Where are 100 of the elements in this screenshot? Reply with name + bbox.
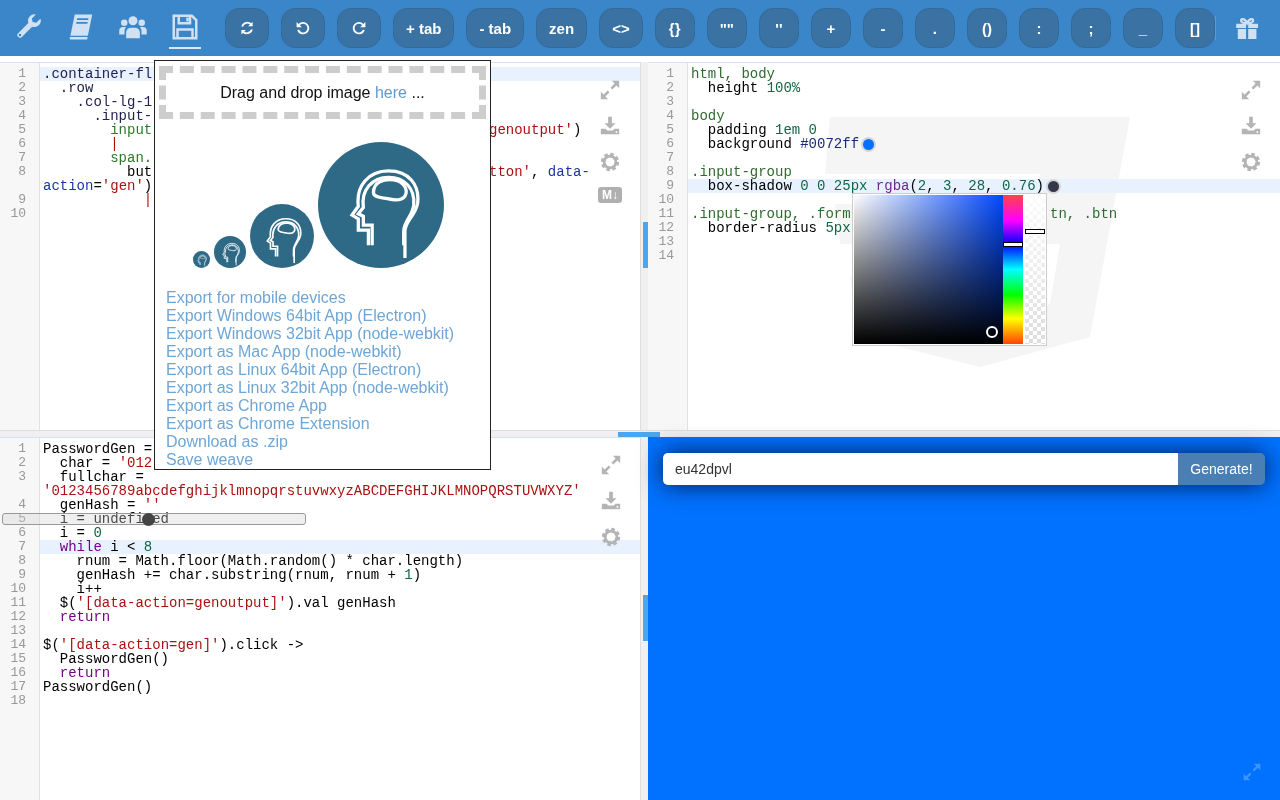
insert-button[interactable]: ;: [1070, 8, 1111, 48]
line-number: 2: [666, 81, 674, 95]
upload-link[interactable]: here: [374, 83, 407, 101]
line-number: 18: [10, 694, 26, 708]
insert-button[interactable]: .: [914, 8, 955, 48]
password-field[interactable]: eu42dpvl: [663, 453, 1178, 485]
code-line: return: [59, 666, 111, 680]
line-number: 13: [10, 624, 26, 638]
insert-button[interactable]: _: [1122, 8, 1163, 48]
line-number: 8: [666, 165, 674, 179]
export-link[interactable]: Download as .zip: [166, 433, 288, 451]
splitter-handle[interactable]: [618, 432, 660, 437]
code-line: .container-fl: [43, 67, 153, 81]
line-number: 16: [10, 666, 26, 680]
download-icon[interactable]: [600, 490, 622, 512]
expand-icon[interactable]: [600, 454, 622, 476]
line-number: 14: [10, 638, 26, 652]
export-link[interactable]: Export as Linux 32bit App (node-webkit): [166, 379, 449, 397]
code-line: |: [109, 137, 119, 151]
line-number: 3: [18, 470, 26, 484]
line-number: 3: [18, 95, 26, 109]
code-line: '0123456789abcdefghijklmnopqrstuvwxyzABCDEFGHIJKLMNOPQRSTUVWXYZ': [43, 484, 581, 498]
refresh-button[interactable]: [225, 8, 269, 48]
code-line: i++: [75, 582, 102, 596]
line-number: 12: [658, 221, 674, 235]
app-icon: [318, 142, 444, 268]
insert-button[interactable]: :: [1018, 8, 1059, 48]
code-line: height 100%: [707, 81, 801, 95]
insert-button[interactable]: "": [706, 8, 747, 48]
code-line: return: [58, 610, 111, 624]
app-icon: [193, 251, 210, 268]
export-link[interactable]: Export as Linux 64bit App (Electron): [166, 361, 422, 379]
export-link[interactable]: Export Windows 32bit App (node-webkit): [166, 325, 455, 343]
download-icon[interactable]: [599, 115, 621, 137]
line-number: 2: [18, 81, 26, 95]
code-line: tton', data-: [489, 165, 590, 179]
line-number: 13: [658, 235, 674, 249]
settings-icon[interactable]: [600, 526, 622, 548]
line-number: 8: [18, 165, 26, 179]
line-number: 6: [666, 137, 674, 151]
code-line: i = undefi: [58, 512, 144, 526]
insert-button[interactable]: + tab: [393, 8, 455, 48]
drop-zone-text: Drag and drop image here ...: [220, 83, 425, 102]
insert-button[interactable]: (): [966, 8, 1007, 48]
download-icon[interactable]: [1240, 115, 1262, 137]
line-number: 8: [18, 554, 26, 568]
insert-button[interactable]: '': [758, 8, 799, 48]
insert-button[interactable]: - tab: [466, 8, 525, 48]
line-number: 12: [10, 610, 26, 624]
redo-button[interactable]: [337, 8, 381, 48]
generate-button[interactable]: Generate!: [1178, 453, 1265, 485]
line-number: 7: [666, 151, 674, 165]
settings-icon[interactable]: [1240, 151, 1262, 173]
code-line: but: [127, 165, 153, 179]
splitter-handle[interactable]: [643, 595, 648, 641]
line-number: 4: [666, 109, 674, 123]
code-line: char = '012: [58, 456, 153, 470]
line-number: 11: [658, 207, 674, 221]
export-link[interactable]: Export Windows 64bit App (Electron): [166, 307, 427, 325]
insert-button[interactable]: {}: [654, 8, 695, 48]
undo-icon: [294, 19, 312, 37]
refresh-icon: [238, 19, 256, 37]
line-number: 10: [10, 582, 26, 596]
code-line: PasswordGen(): [58, 652, 170, 666]
code-line: html, body: [691, 67, 775, 81]
expand-icon[interactable]: [1240, 79, 1262, 101]
line-number: 9: [666, 179, 674, 193]
undo-button[interactable]: [281, 8, 325, 48]
code-line: body: [691, 109, 725, 123]
export-link[interactable]: Export as Chrome Extension: [166, 415, 370, 433]
insert-button[interactable]: <>: [599, 8, 643, 48]
line-number: 5: [666, 123, 674, 137]
line-number: 14: [658, 249, 674, 263]
code-line: input: [110, 123, 153, 137]
insert-button[interactable]: -: [862, 8, 903, 48]
export-link[interactable]: Export for mobile devices: [166, 289, 346, 307]
insert-button[interactable]: +: [810, 8, 851, 48]
line-number: 4: [18, 109, 26, 123]
code-line: $('[data-action=gen]').click ->: [43, 638, 304, 652]
code-line: background #0072ff: [706, 137, 860, 151]
code-line: rnum = Math.floor(Math.random() * char.length): [75, 554, 464, 568]
insert-button[interactable]: []: [1174, 8, 1215, 48]
line-number: 2: [18, 456, 26, 470]
code-line: genHash += char.substring(rnum, rnum + 1): [75, 568, 422, 582]
export-link[interactable]: Save weave: [166, 451, 254, 469]
line-number: 9: [18, 193, 26, 207]
splitter-handle[interactable]: [643, 222, 648, 268]
code-line: PasswordGen(): [43, 680, 153, 694]
export-link[interactable]: Export as Chrome App: [166, 397, 327, 415]
code-line: .input-group, .form: [691, 207, 851, 221]
export-link[interactable]: Export as Mac App (node-webkit): [166, 343, 402, 361]
drop-zone[interactable]: Drag and drop image here ...: [159, 66, 486, 119]
insert-button[interactable]: zen: [536, 8, 588, 48]
line-number: 15: [10, 652, 26, 666]
line-number: 6: [18, 526, 26, 540]
code-line: PasswordGen =: [43, 442, 153, 456]
expand-icon[interactable]: [599, 79, 621, 101]
value-slider[interactable]: [2, 513, 306, 525]
slider-thumb[interactable]: [141, 513, 155, 526]
settings-icon[interactable]: [599, 151, 621, 173]
